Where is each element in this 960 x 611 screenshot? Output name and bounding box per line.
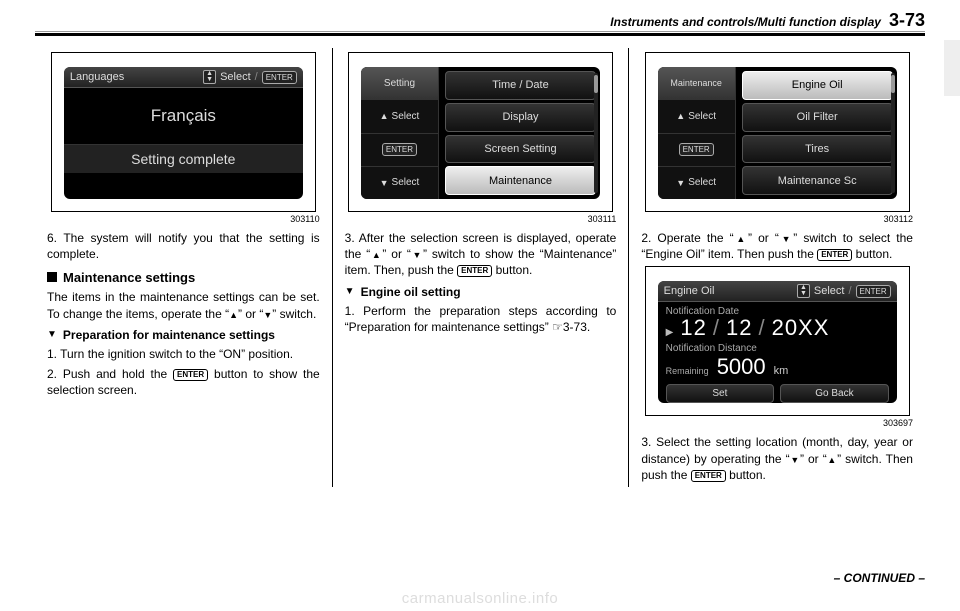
menu-item-selected: Engine Oil [742, 71, 893, 100]
down-icon: ▼ [676, 178, 685, 188]
content-columns: Languages ▲▼ Select / ENTER Français Set… [35, 48, 925, 487]
notification-date-value: ▶ 12 / 12 / 20XX [666, 315, 889, 341]
nav-hints-pane: Maintenance ▲Select ENTER ▼Select [658, 67, 736, 199]
enter-key-icon: ENTER [817, 249, 852, 261]
menu-pane: Time / Date Display Screen Setting Maint… [439, 67, 600, 199]
menu-item: Oil Filter [742, 103, 893, 132]
enter-key-icon: ENTER [173, 369, 208, 381]
down-icon: ▼ [263, 309, 272, 319]
down-icon: ▼ [790, 454, 800, 464]
down-triangle-icon: ▼ [47, 329, 57, 340]
up-icon: ▲ [827, 454, 837, 464]
menu-item: Time / Date [445, 71, 596, 100]
subheading-text: Engine oil setting [361, 285, 461, 299]
maintenance-screen: Maintenance ▲Select ENTER ▼Select Engine… [658, 67, 897, 199]
scrollbar [891, 73, 895, 193]
heading-maintenance-settings: Maintenance settings [47, 270, 320, 285]
set-button: Set [666, 384, 775, 403]
body-text: 2. Operate the “▲” or “▼” switch to sele… [641, 230, 913, 262]
up-icon: ▲ [380, 111, 389, 121]
figure-settings-menu: Setting ▲Select ENTER ▼Select Time / Dat… [348, 52, 613, 212]
up-icon: ▲ [370, 250, 382, 260]
body-text: 6. The system will notify you that the s… [47, 230, 320, 262]
enter-key-icon: ENTER [457, 265, 492, 277]
down-icon: ▼ [411, 250, 423, 260]
select-label: Select [814, 285, 845, 297]
figure-id: 303111 [345, 214, 617, 224]
screen-title: Engine Oil [664, 285, 715, 297]
figure-engine-oil: Engine Oil ▲▼ Select / ENTER Notificatio… [645, 266, 910, 416]
engine-oil-screen: Engine Oil ▲▼ Select / ENTER Notificatio… [658, 281, 897, 403]
body-text: 2. Push and hold the ENTER button to sho… [47, 366, 320, 398]
up-icon: ▲ [229, 309, 238, 319]
figure-id: 303112 [641, 214, 913, 224]
page-number: 3-73 [889, 10, 925, 31]
menu-item: Screen Setting [445, 135, 596, 164]
notification-distance-value: Remaining 5000 km [666, 354, 889, 380]
figure-id: 303110 [47, 214, 320, 224]
down-icon: ▼ [380, 178, 389, 188]
column-2: Setting ▲Select ENTER ▼Select Time / Dat… [332, 48, 629, 487]
column-1: Languages ▲▼ Select / ENTER Français Set… [35, 48, 332, 487]
manual-page: Instruments and controls/Multi function … [0, 0, 960, 487]
body-text: 1. Turn the ignition switch to the “ON” … [47, 346, 320, 362]
continued-footer: – CONTINUED – [834, 571, 925, 585]
enter-key-icon: ENTER [262, 71, 297, 84]
down-icon: ▼ [779, 234, 793, 244]
up-icon: ▲ [734, 234, 748, 244]
menu-pane: Engine Oil Oil Filter Tires Maintenance … [736, 67, 897, 199]
updown-icon: ▲▼ [797, 284, 810, 298]
figure-languages: Languages ▲▼ Select / ENTER Français Set… [51, 52, 316, 212]
menu-item: Display [445, 103, 596, 132]
nav-heading: Maintenance [658, 67, 735, 100]
down-triangle-icon: ▼ [345, 286, 355, 297]
menu-item: Maintenance Sc [742, 166, 893, 195]
page-tab [944, 40, 960, 96]
screen-title: Languages [70, 71, 124, 83]
header-rule [35, 33, 925, 36]
settings-screen: Setting ▲Select ENTER ▼Select Time / Dat… [361, 67, 600, 199]
figure-id: 303697 [641, 418, 913, 428]
watermark: carmanualsonline.info [0, 590, 960, 607]
page-header: Instruments and controls/Multi function … [35, 10, 925, 31]
menu-item-selected: Maintenance [445, 166, 596, 195]
figure-maintenance-menu: Maintenance ▲Select ENTER ▼Select Engine… [645, 52, 910, 212]
body-text: 3. After the selection screen is display… [345, 230, 617, 279]
enter-key-icon: ENTER [691, 470, 726, 482]
select-label: Select [220, 71, 251, 83]
enter-key-icon: ENTER [679, 143, 714, 156]
selected-language: Français [64, 106, 303, 126]
subheading-preparation: ▼ Preparation for maintenance settings [47, 328, 320, 342]
body-text: The items in the maintenance settings ca… [47, 289, 320, 321]
updown-icon: ▲▼ [203, 70, 216, 84]
subheading-engine-oil: ▼ Engine oil setting [345, 285, 617, 299]
body-text: 1. Perform the preparation steps accordi… [345, 303, 617, 335]
nav-hints-pane: Setting ▲Select ENTER ▼Select [361, 67, 439, 199]
column-3: Maintenance ▲Select ENTER ▼Select Engine… [628, 48, 925, 487]
up-icon: ▲ [676, 111, 685, 121]
notification-distance-label: Notification Distance [666, 343, 889, 354]
go-back-button: Go Back [780, 384, 889, 403]
languages-screen: Languages ▲▼ Select / ENTER Français Set… [64, 67, 303, 199]
nav-heading: Setting [361, 67, 438, 100]
square-icon [47, 272, 57, 282]
scrollbar [594, 73, 598, 193]
heading-text: Maintenance settings [63, 270, 195, 285]
cursor-icon: ▶ [666, 327, 675, 338]
status-text: Setting complete [64, 144, 303, 173]
breadcrumb: Instruments and controls/Multi function … [610, 15, 881, 29]
enter-key-icon: ENTER [856, 285, 891, 298]
body-text: 3. Select the setting location (month, d… [641, 434, 913, 483]
menu-item: Tires [742, 135, 893, 164]
enter-key-icon: ENTER [382, 143, 417, 156]
subheading-text: Preparation for maintenance settings [63, 328, 275, 342]
